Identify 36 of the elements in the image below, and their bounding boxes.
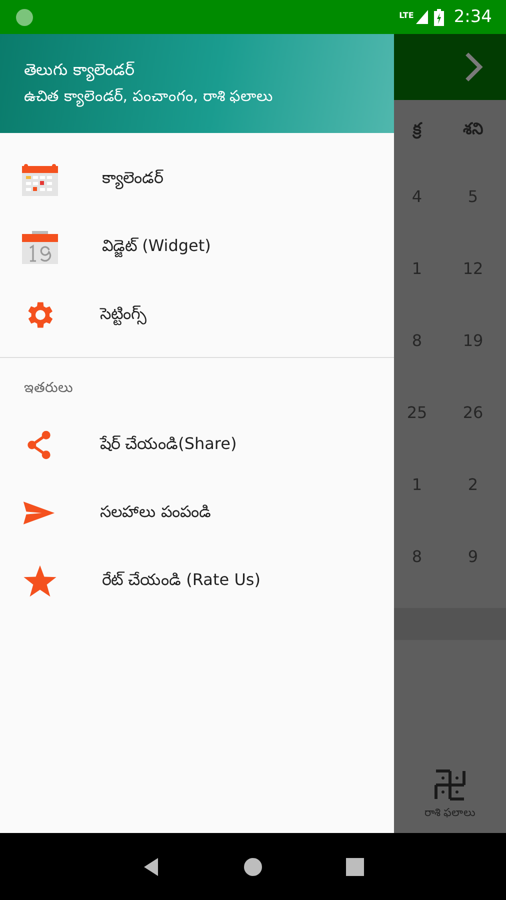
- date-calendar-icon: [22, 230, 58, 264]
- network-type: LTE: [399, 11, 414, 20]
- weekday-label: క్ర: [411, 118, 424, 141]
- date-cell-text: 9: [466, 546, 480, 566]
- date-cell-text: 1: [410, 258, 424, 278]
- date-cell-text: 8: [410, 546, 424, 566]
- date-cell-text: 25: [406, 402, 428, 422]
- date-cell-text: 19: [462, 330, 484, 350]
- menu-item[interactable]: సెట్టింగ్స్: [0, 281, 394, 349]
- home-icon[interactable]: [242, 856, 263, 876]
- clock: 2:34: [454, 7, 492, 27]
- star-icon: [22, 564, 58, 598]
- chevron-right-icon[interactable]: [464, 52, 484, 82]
- section-title: ఇతరులు: [23, 379, 74, 398]
- app-title: తెలుగు క్యాలెండర్: [24, 60, 394, 82]
- back-icon[interactable]: [142, 856, 160, 876]
- notification-icon: [16, 8, 33, 26]
- recents-icon[interactable]: [346, 858, 364, 876]
- battery-icon: [434, 8, 444, 26]
- date-cell-text: 1: [410, 474, 424, 494]
- date-cell-text: 5: [466, 186, 480, 206]
- menu-item[interactable]: క్యాలెండర్: [0, 145, 394, 213]
- date-cell-text: 4: [410, 186, 424, 206]
- menu-item[interactable]: విడ్జెట్ (Widget): [0, 213, 394, 281]
- app-subtitle: ఉచిత క్యాలెండర్, పంచాంగం, రాశి ఫలాలు: [24, 86, 394, 108]
- weekday-label: శని: [462, 118, 484, 140]
- menu-item[interactable]: సలహాలు పంపండి: [0, 479, 394, 547]
- date-cell-text: 12: [462, 258, 484, 278]
- calendar-icon: [22, 162, 58, 196]
- date-cell-text: 8: [410, 330, 424, 350]
- menu-item[interactable]: షేర్ చేయండి(Share): [0, 411, 394, 479]
- menu-item[interactable]: రేట్ చేయండి (Rate Us): [0, 547, 394, 615]
- date-cell-text: 2: [466, 474, 480, 494]
- signal-icon: [416, 10, 428, 24]
- date-cell-text: 26: [462, 402, 484, 422]
- symbol-icon: [433, 768, 467, 802]
